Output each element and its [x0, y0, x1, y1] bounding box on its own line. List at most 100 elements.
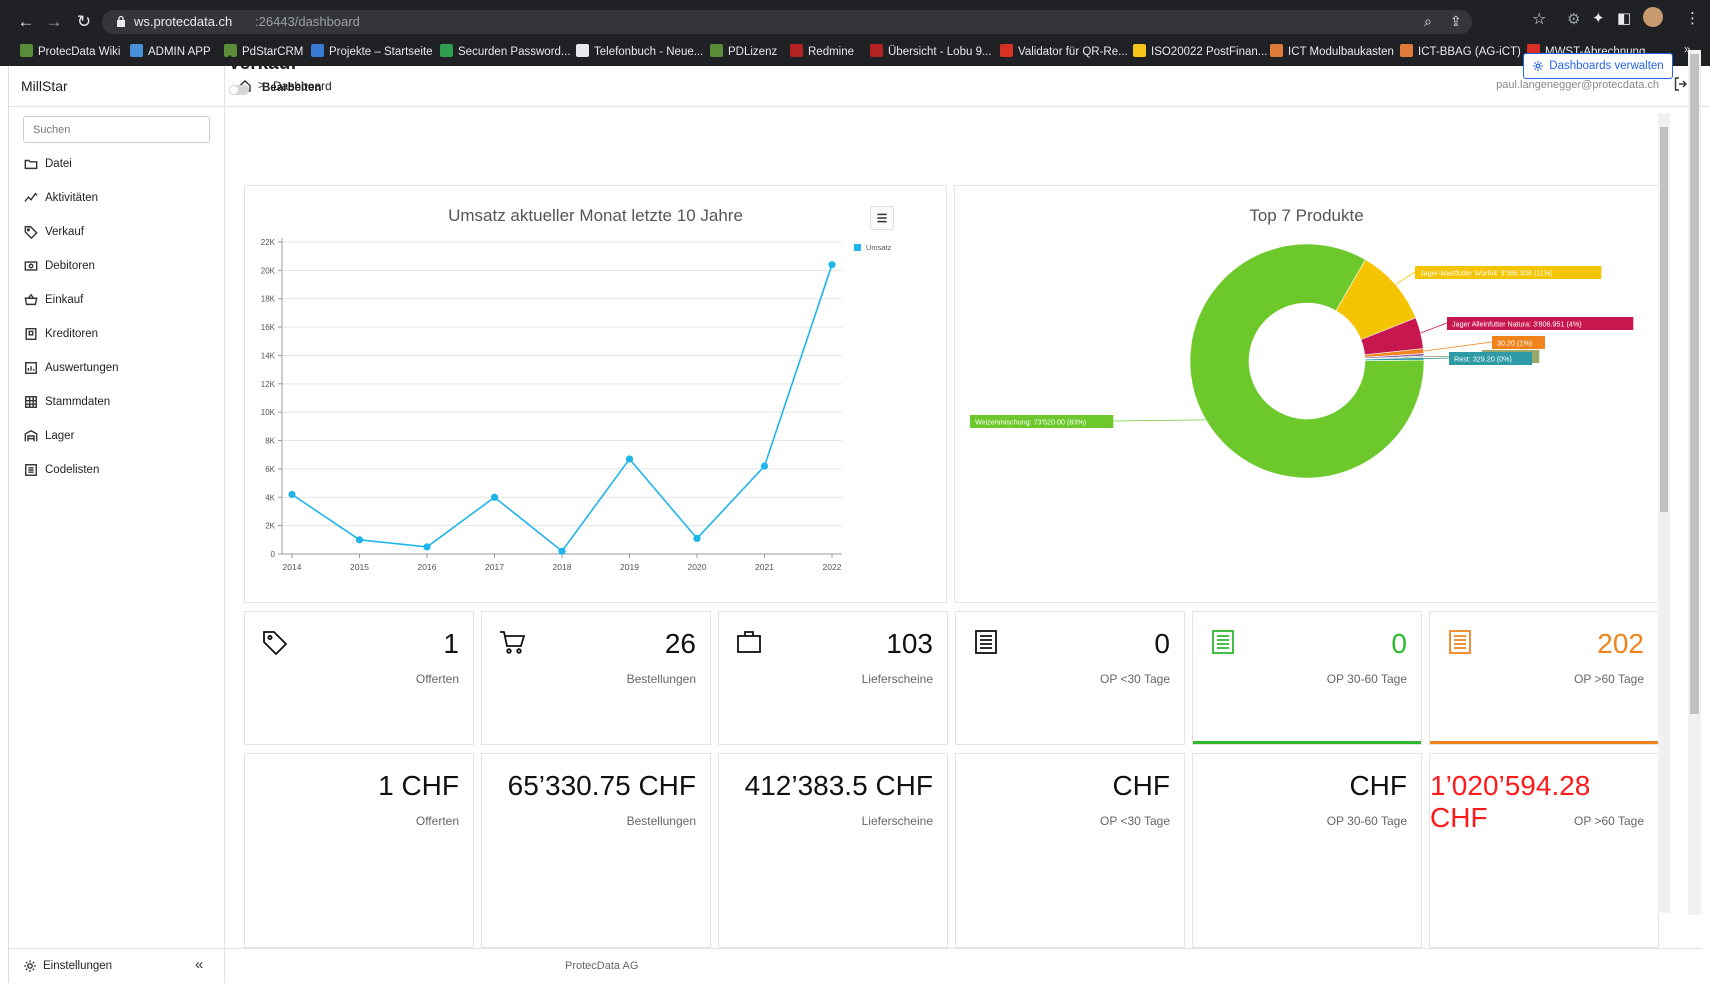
menu-icon[interactable]: ⋮ — [1685, 9, 1700, 27]
y-tick-label: 22K — [261, 238, 276, 247]
folder-icon — [23, 156, 39, 172]
briefcase-icon — [735, 628, 763, 656]
stat-card[interactable]: 0 OP 30-60 Tage — [1192, 611, 1422, 745]
back-icon[interactable]: ← — [14, 10, 38, 34]
sidebar-item-kreditoren[interactable]: Kreditoren — [23, 323, 98, 345]
stat-value: 65’330.75 CHF — [507, 770, 696, 801]
line-chart: 0 2K 4K 6K 8K 10K 12K 14K 16K 18K 20K 22K 2014 2015 20… — [261, 238, 892, 572]
stat-label: Offerten — [415, 672, 459, 686]
sidebar-item-auswertungen[interactable]: Auswertungen — [23, 357, 119, 379]
data-point[interactable] — [490, 493, 499, 501]
sidebar-item-aktivitäten[interactable]: Aktivitäten — [23, 187, 98, 209]
bookmark-label: Übersicht - Lobu 9... — [888, 46, 992, 58]
sidebar-item-label: Verkauf — [45, 226, 84, 238]
bookmark-item[interactable]: Redmine — [790, 44, 854, 58]
bookmark-item[interactable]: ISO20022 PostFinan... — [1133, 44, 1267, 58]
lock-icon — [117, 15, 125, 27]
legend-swatch — [854, 244, 861, 251]
sidebar-item-stammdaten[interactable]: Stammdaten — [23, 391, 110, 413]
stat-card[interactable]: 0 OP <30 Tage — [955, 611, 1185, 745]
sidepanel-icon[interactable]: ◧ — [1617, 9, 1631, 27]
app-brand[interactable]: MillStar — [21, 78, 68, 94]
sidebar-item-verkauf[interactable]: Verkauf — [23, 221, 84, 243]
sidebar-item-label: Datei — [45, 158, 72, 170]
forward-icon[interactable]: → — [42, 10, 66, 34]
sidebar-item-debitoren[interactable]: Debitoren — [23, 255, 95, 277]
bookmark-item[interactable]: ADMIN APP — [130, 44, 211, 58]
address-bar[interactable]: ws.protecdata.ch :26443/dashboard ⌕ ⇪ — [102, 10, 1472, 34]
legend-label[interactable]: Umsatz — [866, 243, 892, 252]
zoom-icon[interactable]: ⌕ — [1424, 13, 1432, 30]
scrollbar-thumb[interactable] — [1660, 127, 1668, 512]
stat-value: 0 — [1154, 628, 1170, 659]
sidebar-search-input[interactable] — [23, 116, 210, 143]
extension-icon[interactable]: ⚙ — [1567, 10, 1580, 28]
stat-card[interactable]: 412’383.5 CHF Lieferscheine — [718, 753, 948, 948]
star-icon[interactable]: ☆ — [1532, 9, 1546, 29]
data-point[interactable] — [828, 261, 836, 269]
x-tick-label: 2019 — [620, 562, 639, 572]
bookmark-item[interactable]: ICT-BBAG (AG-iCT) — [1400, 44, 1521, 58]
stat-card[interactable]: 202 OP >60 Tage — [1429, 611, 1659, 745]
gear-icon — [1533, 61, 1544, 71]
bookmark-item[interactable]: Projekte – Startseite — [311, 44, 433, 58]
bookmark-favicon-icon — [710, 44, 723, 57]
bookmark-item[interactable]: ICT Modulbaukasten — [1270, 44, 1394, 58]
bookmark-item[interactable]: Validator für QR-Re... — [1000, 44, 1128, 58]
stat-card[interactable]: 103 Lieferscheine — [718, 611, 948, 745]
page-scrollbar[interactable] — [1688, 50, 1701, 915]
edit-toggle[interactable] — [229, 85, 249, 95]
bookmark-label: ADMIN APP — [148, 46, 211, 58]
stat-card[interactable]: 26 Bestellungen — [481, 611, 711, 745]
bookmark-item[interactable]: ProtecData Wiki — [20, 44, 120, 58]
stat-label: OP 30-60 Tage — [1326, 814, 1407, 828]
content-scrollbar[interactable] — [1658, 113, 1670, 913]
data-point[interactable] — [760, 462, 769, 470]
bookmark-favicon-icon — [130, 44, 143, 57]
slice-label: Rest: 329.20 (0%) — [1454, 354, 1512, 363]
bookmark-favicon-icon — [20, 44, 33, 57]
data-point[interactable] — [625, 455, 634, 463]
logout-icon[interactable] — [1673, 76, 1689, 92]
stat-card[interactable]: CHF OP 30-60 Tage — [1192, 753, 1422, 948]
reload-icon[interactable]: ↻ — [72, 10, 96, 34]
x-tick-label: 2020 — [688, 562, 707, 572]
bookmark-item[interactable]: Telefonbuch - Neue... — [576, 44, 703, 58]
data-point[interactable] — [355, 536, 364, 544]
sidebar-item-datei[interactable]: Datei — [23, 153, 72, 175]
scrollbar-thumb[interactable] — [1690, 54, 1699, 714]
profile-avatar[interactable] — [1643, 7, 1663, 27]
data-point[interactable] — [423, 543, 431, 551]
sidebar-item-label: Stammdaten — [45, 396, 111, 408]
manage-dashboards-button[interactable]: Dashboards verwalten — [1523, 53, 1673, 79]
puzzle-icon[interactable]: ✦ — [1592, 9, 1605, 27]
collapse-sidebar-button[interactable]: « — [195, 956, 203, 973]
slice-label: Jager Alleinfutter Natura: 3'806.951 (4%… — [1452, 319, 1582, 328]
data-point[interactable] — [558, 547, 566, 555]
data-point[interactable] — [693, 534, 701, 542]
sidebar-item-lager[interactable]: Lager — [23, 425, 74, 447]
stat-value: CHF — [1349, 770, 1407, 801]
sidebar-item-codelisten[interactable]: Codelisten — [23, 459, 99, 481]
stat-card[interactable]: 1 Offerten — [244, 611, 474, 745]
data-point[interactable] — [288, 490, 296, 499]
bookmark-item[interactable]: Securden Password... — [440, 44, 571, 58]
bookmark-item[interactable]: Übersicht - Lobu 9... — [870, 44, 992, 58]
settings-link[interactable]: Einstellungen — [23, 959, 112, 973]
stat-value: 412’383.5 CHF — [744, 770, 933, 801]
stat-card[interactable]: CHF OP <30 Tage — [955, 753, 1185, 948]
stat-card[interactable]: 1’020’594.28 CHF OP >60 Tage — [1429, 753, 1659, 948]
sidebar-item-label: Einkauf — [45, 294, 84, 306]
share-icon[interactable]: ⇪ — [1450, 13, 1462, 30]
stat-card[interactable]: 65’330.75 CHF Bestellungen — [481, 753, 711, 948]
gear-icon — [24, 960, 36, 972]
stat-card[interactable]: 1 CHF Offerten — [244, 753, 474, 948]
bookmark-label: Redmine — [808, 46, 855, 58]
list-icon — [23, 462, 39, 478]
bookmark-item[interactable]: PDLizenz — [710, 44, 777, 58]
sidebar-item-label: Debitoren — [45, 260, 95, 272]
sidebar-item-einkauf[interactable]: Einkauf — [23, 289, 83, 311]
user-email: paul.langenegger@protecdata.ch — [1496, 79, 1659, 91]
tag-icon — [261, 628, 289, 656]
y-tick-label: 0 — [271, 550, 276, 559]
